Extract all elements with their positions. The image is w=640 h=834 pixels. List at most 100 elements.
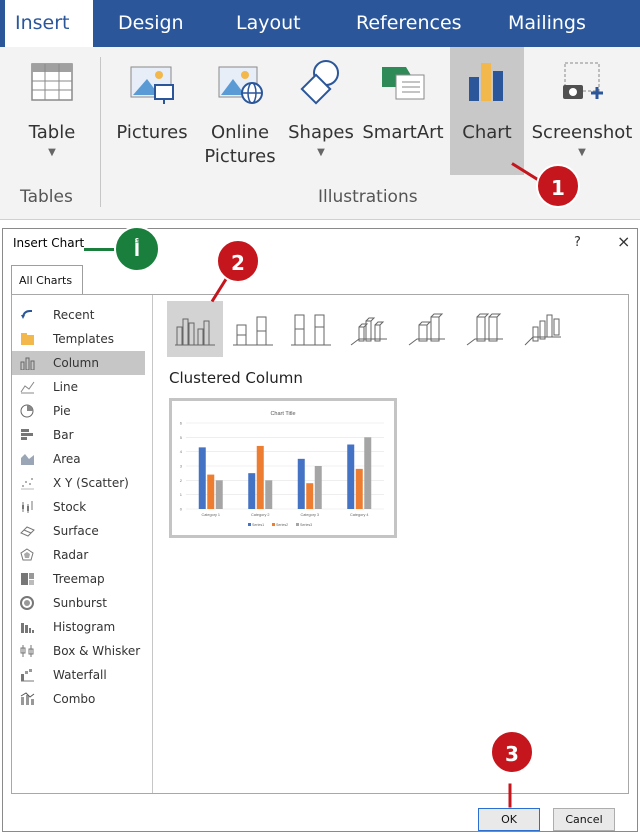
pictures-icon bbox=[130, 66, 174, 104]
stacked-column-icon bbox=[233, 316, 273, 346]
preview-y-tick: 2 bbox=[180, 478, 183, 483]
preview-legend-label: Series3 bbox=[300, 523, 312, 527]
preview-gridlines bbox=[186, 422, 384, 510]
shapes-label: Shapes bbox=[288, 122, 354, 143]
shapes-icon bbox=[300, 60, 339, 105]
preview-bar bbox=[364, 437, 372, 509]
preview-bar bbox=[265, 480, 273, 509]
category-radar[interactable]: Radar bbox=[12, 543, 145, 567]
chart-preview[interactable]: Chart Title 0 1 2 3 4 5 6 Category 1 Category 2 C… bbox=[169, 398, 397, 538]
preview-chart-title: Chart Title bbox=[270, 411, 295, 417]
waterfall-icon bbox=[21, 669, 34, 682]
close-button[interactable]: × bbox=[617, 232, 630, 251]
bar-icon bbox=[21, 429, 33, 440]
category-templates[interactable]: Templates bbox=[12, 327, 145, 351]
category-label: Bar bbox=[53, 428, 74, 442]
subtype-3d-column[interactable] bbox=[515, 301, 571, 357]
templates-icon bbox=[21, 333, 34, 345]
category-recent[interactable]: Recent bbox=[12, 303, 145, 327]
category-line[interactable]: Line bbox=[12, 375, 145, 399]
preview-y-tick: 6 bbox=[180, 421, 183, 426]
category-combo[interactable]: Combo bbox=[12, 687, 145, 711]
online-pictures-label-line2: Pictures bbox=[204, 146, 276, 167]
sunburst-icon bbox=[20, 596, 34, 610]
preview-bar bbox=[347, 444, 355, 509]
step-marker-1: 1 bbox=[536, 164, 580, 208]
group-label-illustrations: Illustrations bbox=[318, 187, 418, 207]
ok-button[interactable]: OK bbox=[478, 808, 540, 831]
category-stock[interactable]: Stock bbox=[12, 495, 145, 519]
category-label: Treemap bbox=[53, 572, 105, 586]
preview-bars bbox=[198, 437, 372, 509]
tab-mailings[interactable]: Mailings bbox=[508, 0, 586, 47]
tab-all-charts[interactable]: All Charts bbox=[11, 265, 83, 295]
tab-design[interactable]: Design bbox=[118, 0, 184, 47]
3d-clustered-column-icon bbox=[350, 317, 387, 346]
category-label: Waterfall bbox=[53, 668, 107, 682]
category-bar[interactable]: Bar bbox=[12, 423, 145, 447]
step-marker-3: 3 bbox=[490, 730, 534, 774]
category-box-whisker[interactable]: Box & Whisker bbox=[12, 639, 145, 663]
chart-button[interactable]: Chart bbox=[450, 47, 524, 175]
category-label: X Y (Scatter) bbox=[53, 476, 129, 490]
online-pictures-label-line1: Online bbox=[210, 122, 270, 143]
preview-y-tick: 3 bbox=[180, 464, 183, 469]
category-pie[interactable]: Pie bbox=[12, 399, 145, 423]
content-frame: Recent Templates Column Line Pie Bar Are… bbox=[11, 294, 629, 794]
preview-legend-swatch bbox=[296, 523, 299, 526]
category-treemap[interactable]: Treemap bbox=[12, 567, 145, 591]
preview-bar bbox=[198, 447, 206, 509]
preview-category-label: Category 1 bbox=[201, 513, 220, 517]
category-label: Stock bbox=[53, 500, 87, 514]
category-area[interactable]: Area bbox=[12, 447, 145, 471]
category-sunburst[interactable]: Sunburst bbox=[12, 591, 145, 615]
screenshot-button[interactable]: Screenshot ▼ bbox=[526, 47, 638, 175]
smartart-button[interactable]: SmartArt bbox=[358, 47, 448, 175]
preview-category-label: Category 4 bbox=[350, 513, 369, 517]
category-label: Combo bbox=[53, 692, 96, 706]
preview-legend-label: Series2 bbox=[276, 523, 288, 527]
category-scatter[interactable]: X Y (Scatter) bbox=[12, 471, 145, 495]
subtype-3d-stacked-column[interactable] bbox=[399, 301, 455, 357]
screenshot-label: Screenshot bbox=[531, 122, 633, 143]
marker-3-pointer bbox=[508, 783, 512, 808]
shapes-button[interactable]: Shapes ▼ bbox=[284, 47, 358, 175]
subtype-100-stacked-column[interactable] bbox=[283, 301, 339, 357]
subtype-title: Clustered Column bbox=[169, 369, 303, 387]
table-button[interactable]: Table ▼ bbox=[10, 47, 94, 175]
category-waterfall[interactable]: Waterfall bbox=[12, 663, 145, 687]
preview-bar bbox=[355, 468, 363, 509]
screenshot-icon bbox=[563, 62, 603, 99]
dialog-tabstrip: All Charts bbox=[11, 265, 629, 295]
tab-insert[interactable]: Insert bbox=[5, 0, 93, 47]
smartart-icon bbox=[382, 67, 425, 100]
preview-category-label: Category 2 bbox=[251, 513, 270, 517]
tab-references[interactable]: References bbox=[356, 0, 462, 47]
category-column[interactable]: Column bbox=[12, 351, 145, 375]
preview-legend-label: Series1 bbox=[252, 523, 264, 527]
pictures-label: Pictures bbox=[116, 122, 188, 143]
category-histogram[interactable]: Histogram bbox=[12, 615, 145, 639]
preview-y-tick: 0 bbox=[180, 507, 183, 512]
category-label: Pie bbox=[53, 404, 71, 418]
help-button[interactable]: ? bbox=[574, 235, 581, 250]
pictures-button[interactable]: Pictures bbox=[110, 47, 194, 175]
preview-bar bbox=[215, 480, 223, 509]
subtype-3d-100-stacked-column[interactable] bbox=[457, 301, 513, 357]
category-label: Line bbox=[53, 380, 79, 394]
online-pictures-button[interactable]: Online Pictures bbox=[198, 47, 282, 175]
cancel-button[interactable]: Cancel bbox=[553, 808, 615, 831]
subtype-clustered-column[interactable] bbox=[167, 301, 223, 357]
category-label: Histogram bbox=[53, 620, 116, 634]
tab-layout[interactable]: Layout bbox=[236, 0, 301, 47]
category-label: Column bbox=[53, 356, 99, 370]
category-surface[interactable]: Surface bbox=[12, 519, 145, 543]
line-icon bbox=[20, 381, 35, 394]
insert-chart-dialog: Insert Chart ? × All Charts Recent Templ… bbox=[2, 228, 638, 832]
3d-percent-stacked-column-icon bbox=[466, 313, 503, 346]
chart-icon bbox=[469, 63, 503, 101]
subtype-3d-clustered-column[interactable] bbox=[341, 301, 397, 357]
online-pictures-label: Online Pictures bbox=[198, 121, 282, 169]
subtype-stacked-column[interactable] bbox=[225, 301, 281, 357]
category-label: Recent bbox=[53, 308, 95, 322]
